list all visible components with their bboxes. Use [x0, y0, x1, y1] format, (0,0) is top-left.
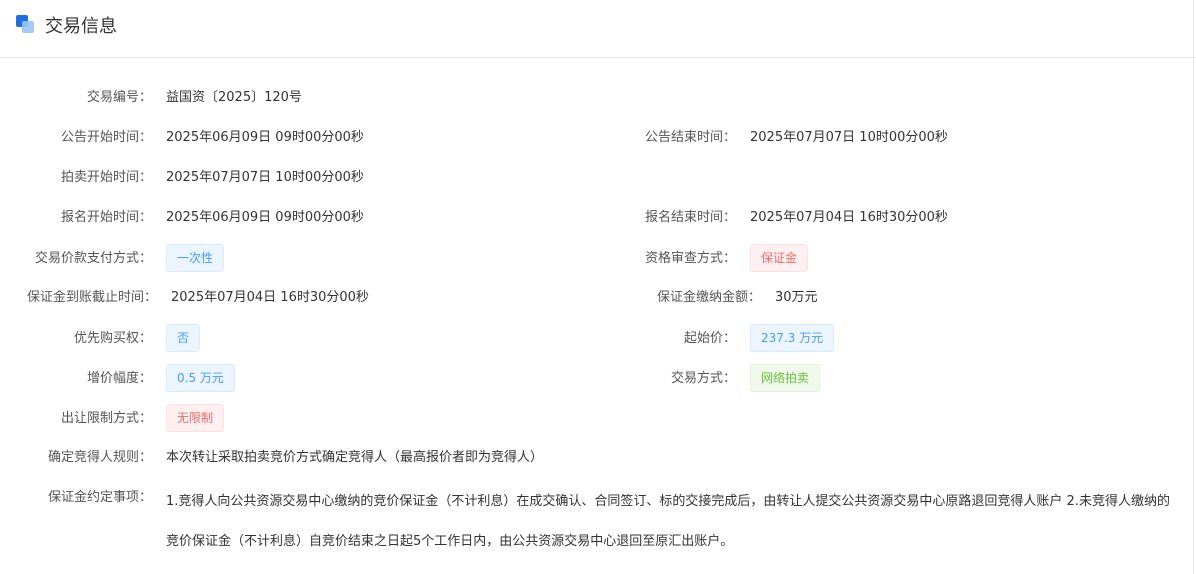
increment-label: 增价幅度：	[86, 371, 152, 386]
signup-end-label: 报名结束时间：	[644, 210, 736, 225]
increment-tag: 0.5 万元	[166, 364, 235, 392]
priority-tag: 否	[166, 324, 201, 352]
section-title: 交易信息	[45, 16, 117, 37]
deposit-amount-label: 保证金缴纳金额：	[656, 290, 761, 305]
row-payment: 交易价款支付方式： 一次性 资格审查方式： 保证金	[0, 244, 1196, 274]
trade-method-label: 交易方式：	[670, 371, 736, 386]
signup-start-value: 2025年06月09日 09时00分00秒	[166, 210, 364, 225]
bidder-rule-value: 本次转让采取拍卖竞价方式确定竞得人（最高报价者即为竞得人）	[166, 450, 544, 465]
priority-label: 优先购买权：	[73, 331, 152, 346]
row-auction-start: 拍卖开始时间： 2025年07月07日 10时00分00秒	[0, 163, 1196, 193]
deposit-terms-value: 1.竞得人向公共资源交易中心缴纳的竞价保证金（不计利息）在成交确认、合同签订、标…	[166, 494, 1170, 549]
row-notice-time: 公告开始时间： 2025年06月09日 09时00分00秒 公告结束时间： 20…	[0, 123, 1196, 153]
signup-end-value: 2025年07月04日 16时30分00秒	[750, 210, 948, 225]
deposit-terms-label: 保证金约定事项：	[47, 490, 152, 505]
section-header: 交易信息	[0, 0, 1196, 58]
row-trade-no: 交易编号： 益国资〔2025〕120号	[0, 83, 1196, 113]
trade-no-value: 益国资〔2025〕120号	[166, 90, 302, 105]
notice-end-value: 2025年07月07日 10时00分00秒	[750, 130, 948, 145]
auction-start-value: 2025年07月07日 10时00分00秒	[166, 170, 364, 185]
row-priority: 优先购买权： 否 起始价： 237.3 万元	[0, 324, 1196, 354]
auction-start-label: 拍卖开始时间：	[60, 170, 152, 185]
row-signup-time: 报名开始时间： 2025年06月09日 09时00分00秒 报名结束时间： 20…	[0, 203, 1196, 233]
signup-start-label: 报名开始时间：	[60, 210, 152, 225]
row-restriction: 出让限制方式： 无限制	[0, 404, 1196, 434]
qualification-label: 资格审查方式：	[644, 251, 736, 266]
notice-end-label: 公告结束时间：	[644, 130, 736, 145]
trade-no-label: 交易编号：	[86, 90, 152, 105]
row-deposit: 保证金到账截止时间： 2025年07月04日 16时30分00秒 保证金缴纳金额…	[0, 283, 1196, 313]
deposit-deadline-label: 保证金到账截止时间：	[26, 290, 157, 305]
trade-method-tag: 网络拍卖	[750, 364, 821, 392]
payment-method-label: 交易价款支付方式：	[34, 251, 152, 266]
row-increment: 增价幅度： 0.5 万元 交易方式： 网络拍卖	[0, 364, 1196, 394]
section-icon	[16, 15, 36, 35]
restriction-label: 出让限制方式：	[60, 411, 152, 426]
start-price-tag: 237.3 万元	[750, 324, 835, 352]
row-bidder-rule: 确定竞得人规则： 本次转让采取拍卖竞价方式确定竞得人（最高报价者即为竞得人）	[0, 443, 1196, 473]
qualification-tag: 保证金	[750, 244, 809, 272]
payment-method-tag: 一次性	[166, 244, 225, 272]
deposit-deadline-value: 2025年07月04日 16时30分00秒	[171, 290, 369, 305]
notice-start-value: 2025年06月09日 09时00分00秒	[166, 130, 364, 145]
notice-start-label: 公告开始时间：	[60, 130, 152, 145]
start-price-label: 起始价：	[683, 331, 736, 346]
restriction-tag: 无限制	[166, 404, 225, 432]
bidder-rule-label: 确定竞得人规则：	[47, 450, 152, 465]
deposit-amount-value: 30万元	[775, 290, 818, 305]
row-deposit-terms: 保证金约定事项：	[0, 483, 160, 513]
